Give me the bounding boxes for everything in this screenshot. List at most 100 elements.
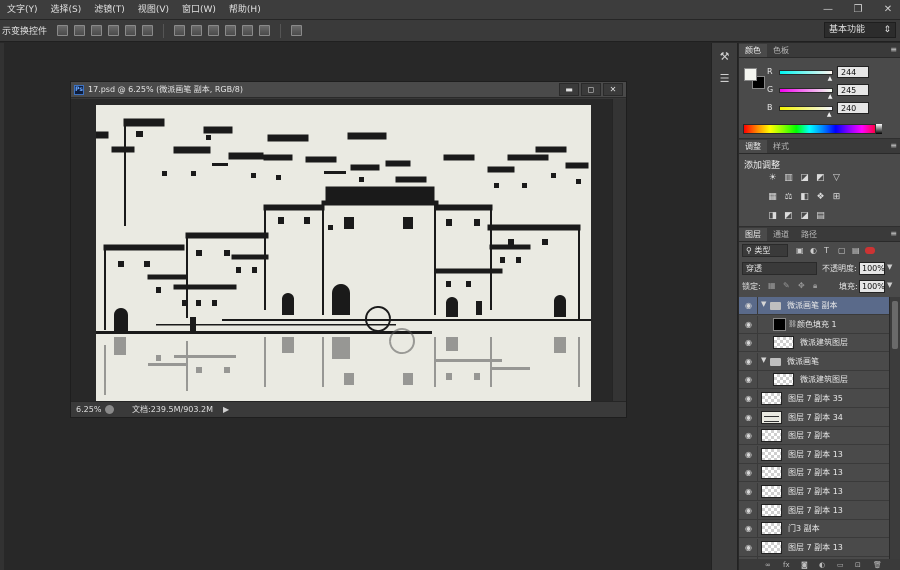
red-value-input[interactable]: 244 xyxy=(837,66,869,78)
green-slider[interactable] xyxy=(779,88,833,93)
layer-row[interactable]: ◉ ⛓ 颜色填充 1 xyxy=(739,316,889,334)
invert-icon[interactable]: ◨ xyxy=(767,211,778,222)
red-slider-knob-icon[interactable]: ▲ xyxy=(828,75,833,82)
type-filter-icon[interactable]: T xyxy=(824,246,833,255)
doc-minimize-icon[interactable]: ▬ xyxy=(559,83,579,96)
lock-transparency-icon[interactable]: ▦ xyxy=(768,281,777,290)
blue-slider[interactable] xyxy=(779,106,833,111)
lock-pixels-icon[interactable]: ✎ xyxy=(783,281,792,290)
align-bottom-icon[interactable] xyxy=(91,25,103,36)
blend-mode-select[interactable]: 穿透 xyxy=(742,262,817,275)
color-spectrum[interactable] xyxy=(743,124,876,134)
channel-mixer-icon[interactable]: ⊞ xyxy=(831,192,842,203)
visibility-eye-icon[interactable]: ◉ xyxy=(745,338,752,347)
blue-value-input[interactable]: 240 xyxy=(837,102,869,114)
curves-icon[interactable]: ◪ xyxy=(799,173,810,184)
visibility-eye-icon[interactable]: ◉ xyxy=(745,543,752,552)
opacity-input[interactable]: 100% xyxy=(859,262,885,275)
layer-row[interactable]: ◉ ▼ 微派画笔 xyxy=(739,353,889,371)
status-info-icon[interactable] xyxy=(105,405,114,414)
distribute-right-icon[interactable] xyxy=(259,25,271,36)
auto-align-icon[interactable] xyxy=(291,25,303,36)
visibility-eye-icon[interactable]: ◉ xyxy=(745,394,752,403)
color-balance-icon[interactable]: ⚖ xyxy=(783,192,794,203)
layer-row[interactable]: ◉ 图层 7 副本 13 xyxy=(739,539,889,557)
photo-filter-icon[interactable]: ❖ xyxy=(815,192,826,203)
canvas-artwork[interactable] xyxy=(96,105,591,401)
menu-select[interactable]: 选择(S) xyxy=(44,0,88,20)
panel-menu-icon[interactable]: ≡ xyxy=(890,141,897,150)
layer-row[interactable]: ◉ 图层 7 副本 xyxy=(739,427,889,445)
layer-row[interactable]: ◉ ▼ 微派画笔 副本 xyxy=(739,297,889,315)
new-group-icon[interactable]: ▭ xyxy=(837,561,845,569)
red-slider[interactable] xyxy=(779,70,833,75)
adjustment-filter-icon[interactable]: ◐ xyxy=(810,246,819,255)
layers-scrollbar-thumb[interactable] xyxy=(892,301,898,349)
minimize-icon[interactable]: — xyxy=(820,3,836,17)
opacity-dropdown-icon[interactable]: ▼ xyxy=(887,263,892,271)
align-left-icon[interactable] xyxy=(108,25,120,36)
gradient-map-icon[interactable]: ▤ xyxy=(815,211,826,222)
pixel-filter-icon[interactable]: ▣ xyxy=(796,246,805,255)
levels-icon[interactable]: ▥ xyxy=(783,173,794,184)
layer-row[interactable]: ◉ 门3 副本 xyxy=(739,520,889,538)
maximize-icon[interactable]: ❐ xyxy=(850,3,866,17)
tab-paths[interactable]: 路径 xyxy=(795,228,823,241)
align-hcenter-icon[interactable] xyxy=(125,25,137,36)
workspace-select[interactable]: 基本功能 ⇕ xyxy=(824,22,896,38)
menu-view[interactable]: 视图(V) xyxy=(131,0,175,20)
visibility-eye-icon[interactable]: ◉ xyxy=(745,468,752,477)
posterize-icon[interactable]: ◩ xyxy=(783,211,794,222)
distribute-left-icon[interactable] xyxy=(225,25,237,36)
link-layers-icon[interactable]: ∞ xyxy=(765,561,773,569)
layers-scrollbar[interactable] xyxy=(889,297,900,559)
layer-row[interactable]: ◉ 图层 7 副本 13 xyxy=(739,502,889,520)
menu-type[interactable]: 文字(Y) xyxy=(0,0,44,20)
tab-adjustments[interactable]: 调整 xyxy=(739,140,767,153)
tab-color[interactable]: 颜色 xyxy=(739,44,767,57)
document-vertical-scrollbar[interactable] xyxy=(612,99,626,402)
layer-row[interactable]: ◉ 图层 7 副本 13 xyxy=(739,464,889,482)
smart-object-filter-icon[interactable]: ▤ xyxy=(852,246,861,255)
add-mask-icon[interactable]: ◙ xyxy=(801,561,809,569)
history-brush-icon[interactable]: ⚒ xyxy=(717,49,733,65)
lock-all-icon[interactable]: 🔒︎ xyxy=(813,281,822,290)
visibility-eye-icon[interactable]: ◉ xyxy=(745,487,752,496)
visibility-eye-icon[interactable]: ◉ xyxy=(745,301,752,310)
layer-row[interactable]: ◉ 微派建筑图层 xyxy=(739,371,889,389)
filter-toggle[interactable] xyxy=(865,247,875,254)
align-top-icon[interactable] xyxy=(57,25,69,36)
tab-layers[interactable]: 图层 xyxy=(739,228,767,241)
visibility-eye-icon[interactable]: ◉ xyxy=(745,375,752,384)
fill-input[interactable]: 100% xyxy=(859,280,885,293)
visibility-eye-icon[interactable]: ◉ xyxy=(745,320,752,329)
group-expand-arrow-icon[interactable]: ▼ xyxy=(761,300,766,308)
menu-help[interactable]: 帮助(H) xyxy=(222,0,267,20)
menu-window[interactable]: 窗口(W) xyxy=(175,0,222,20)
blue-slider-knob-icon[interactable]: ▲ xyxy=(827,111,832,118)
visibility-eye-icon[interactable]: ◉ xyxy=(745,506,752,515)
shape-filter-icon[interactable]: ▢ xyxy=(838,246,847,255)
show-transform-controls-label[interactable]: 示变换控件 xyxy=(0,24,47,37)
distribute-bottom-icon[interactable] xyxy=(208,25,220,36)
canvas-area[interactable] xyxy=(71,99,612,402)
distribute-vcenter-icon[interactable] xyxy=(191,25,203,36)
zoom-field[interactable]: 6.25% xyxy=(71,405,105,414)
distribute-top-icon[interactable] xyxy=(174,25,186,36)
fill-dropdown-icon[interactable]: ▼ xyxy=(887,281,892,289)
panel-menu-icon[interactable]: ≡ xyxy=(890,45,897,54)
vibrance-icon[interactable]: ▽ xyxy=(831,173,842,184)
status-menu-arrow-icon[interactable]: ▶ xyxy=(223,405,229,414)
new-adjustment-icon[interactable]: ◐ xyxy=(819,561,827,569)
green-value-input[interactable]: 245 xyxy=(837,84,869,96)
align-vcenter-icon[interactable] xyxy=(74,25,86,36)
tab-swatches[interactable]: 色板 xyxy=(767,44,795,57)
hue-saturation-icon[interactable]: ▦ xyxy=(767,192,778,203)
layer-row[interactable]: ◉ 图层 7 副本 13 xyxy=(739,483,889,501)
panel-menu-icon[interactable]: ≡ xyxy=(890,229,897,238)
doc-maximize-icon[interactable]: ◻ xyxy=(581,83,601,96)
group-expand-arrow-icon[interactable]: ▼ xyxy=(761,356,766,364)
align-right-icon[interactable] xyxy=(142,25,154,36)
document-titlebar[interactable]: Ps 17.psd @ 6.25% (微派画笔 副本, RGB/8) ▬ ◻ ✕ xyxy=(71,82,626,98)
tab-channels[interactable]: 通道 xyxy=(767,228,795,241)
